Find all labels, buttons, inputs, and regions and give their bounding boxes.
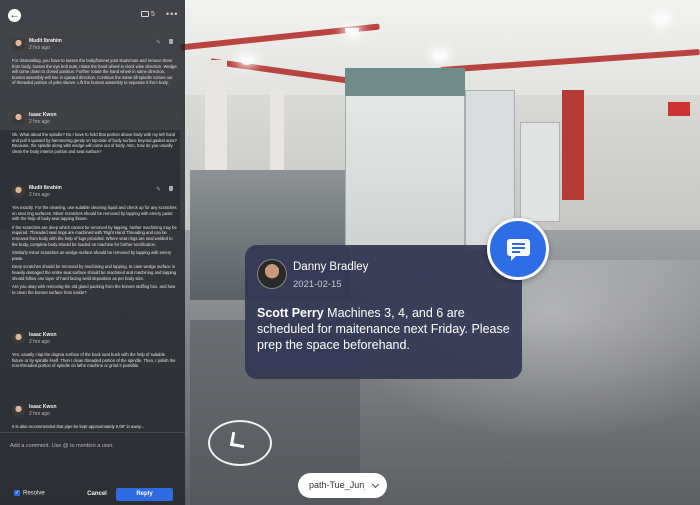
comment-body: Yes, usually I lap the dogma surface of … (12, 352, 177, 369)
comment-count-icon (141, 11, 149, 18)
comment-item: Isaac Kwon 2 hrs ago It is also recommen… (12, 404, 177, 432)
comment-paragraph: If the scratches are deep which cannot b… (12, 224, 177, 247)
comment-paragraph: Deep scratches should be removed by mach… (12, 264, 177, 281)
comment-paragraph: For dismantling, you have to loosen the … (12, 58, 177, 86)
comment-body: It is also recommended that pipe be kept… (12, 424, 177, 430)
reply-button[interactable]: Reply (116, 488, 173, 501)
panel-header: ← 5 ••• (0, 0, 185, 30)
comment-paragraph: Yes exactly. For the cleaning, use suita… (12, 205, 177, 222)
comment-paragraph: Similarly minor scratches on wedge surfa… (12, 250, 172, 261)
avatar (12, 38, 25, 51)
card-date: 2021-02-15 (293, 279, 342, 290)
chevron-down-icon (371, 480, 380, 489)
comment-card: Danny Bradley 2021-02-15 Scott Perry Mac… (245, 245, 522, 379)
comment-body: Ok. What about the spindle? Do I have to… (12, 132, 177, 154)
card-author: Danny Bradley (293, 261, 369, 273)
comment-time: 2 hrs ago (29, 411, 50, 417)
comment-author: Isaac Kwon (29, 404, 57, 410)
resolve-label: Resolve (23, 490, 45, 497)
comment-item: Isaac Kwon 2 hrs ago Yes, usually I lap … (12, 332, 177, 372)
comment-paragraph: It is also recommended that pipe be kept… (12, 424, 144, 429)
comment-paragraph: Yes, usually I lap the dogma surface of … (12, 352, 176, 369)
path-select-value: path-Tue_Jun_1 (309, 480, 365, 490)
avatar (12, 332, 25, 345)
card-message: Scott Perry Machines 3, 4, and 6 are sch… (257, 305, 519, 353)
navigation-arrow-icon[interactable] (229, 431, 247, 449)
comment-time: 2 hrs ago (29, 119, 50, 125)
comment-count: 5 (141, 11, 155, 18)
comment-header: Isaac Kwon 2 hrs ago (12, 112, 177, 128)
resolve-checkbox[interactable]: ✓ Resolve (14, 490, 45, 497)
comment-header: Isaac Kwon 2 hrs ago (12, 332, 177, 348)
avatar (12, 185, 25, 198)
comment-author: Isaac Kwon (29, 112, 57, 118)
comment-header: Isaac Kwon 2 hrs ago (12, 404, 177, 420)
more-options-button[interactable]: ••• (166, 9, 178, 19)
comment-body: For dismantling, you have to loosen the … (12, 58, 177, 86)
comment-time: 2 hrs ago (29, 339, 50, 345)
comment-item: Mudit Ibrahim 2 hrs ago ✎ For dismantlin… (12, 38, 177, 89)
arrow-left-icon[interactable]: ← (8, 9, 21, 22)
comment-paragraph: Ok. What about the spindle? Do I have to… (12, 132, 177, 154)
comment-composer: ✓Resolve Cancel Reply (0, 432, 185, 505)
comment-item: Mudit Ibrahim 2 hrs ago ✎ Yes exactly. F… (12, 185, 177, 298)
comment-time: 2 hrs ago (29, 45, 50, 51)
edit-icon[interactable]: ✎ (156, 186, 161, 193)
comment-panel: ← 5 ••• Mudit Ibrahim 2 hrs ago ✎ For di… (0, 0, 185, 505)
comment-author: Mudit Ibrahim (29, 185, 62, 191)
red-pillar (562, 90, 584, 200)
wall-sign (668, 102, 690, 116)
comment-body: Yes exactly. For the cleaning, use suita… (12, 205, 177, 295)
comment-input[interactable] (10, 443, 175, 449)
comment-author: Isaac Kwon (29, 332, 57, 338)
comment-header: Mudit Ibrahim 2 hrs ago ✎ (12, 185, 177, 201)
edit-icon[interactable]: ✎ (156, 39, 161, 46)
trash-icon[interactable] (169, 39, 173, 44)
checkbox-checked-icon[interactable]: ✓ (14, 490, 20, 496)
avatar (12, 404, 25, 417)
comment-thread[interactable]: Mudit Ibrahim 2 hrs ago ✎ For dismantlin… (0, 30, 185, 432)
comment-hotspot-button[interactable] (487, 218, 549, 280)
comment-item: Isaac Kwon 2 hrs ago Ok. What about the … (12, 112, 177, 157)
comment-paragraph: Are you okay with removing the old gland… (12, 284, 176, 295)
comment-header: Mudit Ibrahim 2 hrs ago ✎ (12, 38, 177, 54)
comment-author: Mudit Ibrahim (29, 38, 62, 44)
trash-icon[interactable] (169, 186, 173, 191)
chat-bubble-icon (507, 239, 530, 261)
cancel-button[interactable]: Cancel (80, 488, 114, 500)
path-select[interactable]: path-Tue_Jun_1 (298, 473, 387, 498)
machine-equipment (520, 122, 560, 222)
avatar (257, 259, 287, 289)
machine-top-panel (345, 68, 465, 96)
comment-time: 2 hrs ago (29, 192, 50, 198)
avatar (12, 112, 25, 125)
user-mention[interactable]: Scott Perry (257, 306, 324, 320)
